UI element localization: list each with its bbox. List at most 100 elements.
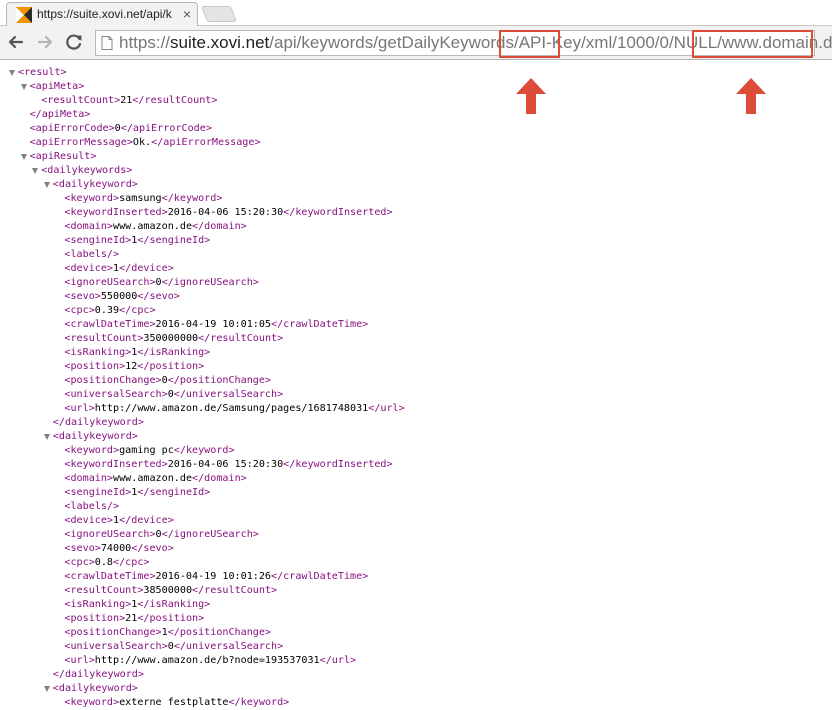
tab-close-icon[interactable]: × [183, 6, 191, 22]
xml-text-value: gaming pc [119, 445, 174, 456]
xml-close-tag: </ignoreUSearch> [161, 529, 259, 540]
xml-line: <labels/> [0, 500, 832, 514]
new-tab-button[interactable] [201, 6, 237, 22]
xml-open-tag: <resultCount> [64, 333, 144, 344]
xml-close-tag: </resultCount> [198, 333, 284, 344]
xml-close-tag: </keywordInserted> [283, 459, 393, 470]
xml-text-value: http://www.amazon.de/b?node=193537031 [94, 655, 320, 666]
xml-text-value: 38500000 [143, 585, 193, 596]
xml-close-tag: </apiErrorMessage> [151, 137, 261, 148]
xml-line: <url>http://www.amazon.de/Samsung/pages/… [0, 402, 832, 416]
xml-text-value: Ok. [132, 137, 152, 148]
xml-close-tag: </resultCount> [192, 585, 278, 596]
xml-open-tag: <keywordInserted> [64, 207, 168, 218]
xml-line: <resultCount>350000000</resultCount> [0, 332, 832, 346]
xml-open-tag: <domain> [64, 221, 114, 232]
xml-close-tag: </keyword> [173, 445, 235, 456]
xml-close-tag: </device> [119, 263, 174, 274]
xml-open-tag: <sengineId> [64, 487, 132, 498]
xml-line: <device>1</device> [0, 514, 832, 528]
arrow-right-icon[interactable] [34, 31, 56, 53]
tab-strip: https://suite.xovi.net/api/k × [0, 0, 832, 26]
xml-open-tag: <sengineId> [64, 235, 132, 246]
xml-open-tag: </dailykeyword> [52, 417, 144, 428]
collapse-triangle-icon[interactable] [43, 686, 50, 692]
xml-open-tag: <keywordInserted> [64, 459, 168, 470]
xml-line: <sevo>550000</sevo> [0, 290, 832, 304]
api-key-highlight-box [499, 30, 560, 58]
xml-text-value: 2016-04-19 10:01:26 [155, 571, 272, 582]
xml-text-value: 2016-04-06 15:20:30 [167, 207, 284, 218]
xml-line: <dailykeywords> [0, 164, 832, 178]
xml-text-value: 0.39 [94, 305, 120, 316]
xml-open-tag: <device> [64, 515, 114, 526]
xml-open-tag: <keyword> [64, 445, 120, 456]
xml-text-value: 0.8 [94, 557, 114, 568]
xml-open-tag: <crawlDateTime> [64, 571, 156, 582]
xml-open-tag: <labels/> [64, 249, 120, 260]
collapse-triangle-icon[interactable] [43, 434, 50, 440]
xml-text-value: 350000000 [143, 333, 199, 344]
xml-text-value: http://www.amazon.de/Samsung/pages/16817… [94, 403, 369, 414]
xml-open-tag: <isRanking> [64, 599, 132, 610]
xml-close-tag: </keyword> [161, 193, 223, 204]
xml-line: <sengineId>1</sengineId> [0, 486, 832, 500]
xml-line: <position>12</position> [0, 360, 832, 374]
collapse-triangle-icon[interactable] [20, 84, 27, 90]
url-path: /api/keywords/getDailyKeywords/ [269, 33, 519, 52]
xml-line: <labels/> [0, 248, 832, 262]
xml-line: </dailykeyword> [0, 668, 832, 682]
xml-line: <universalSearch>0</universalSearch> [0, 640, 832, 654]
xml-open-tag: <labels/> [64, 501, 120, 512]
collapse-triangle-icon[interactable] [32, 168, 39, 174]
xml-open-tag: <position> [64, 613, 126, 624]
collapse-triangle-icon[interactable] [20, 154, 27, 160]
xml-line: <keyword>gaming pc</keyword> [0, 444, 832, 458]
xml-close-tag: </position> [137, 361, 205, 372]
xml-line: <dailykeyword> [0, 430, 832, 444]
xml-open-tag: <url> [64, 403, 95, 414]
xml-open-tag: <apiResult> [29, 151, 97, 162]
xml-close-tag: </sengineId> [137, 487, 211, 498]
xml-open-tag: </apiMeta> [29, 109, 91, 120]
xml-line: <keywordInserted>2016-04-06 15:20:30</ke… [0, 206, 832, 220]
xml-line: <universalSearch>0</universalSearch> [0, 388, 832, 402]
xml-open-tag: <positionChange> [64, 627, 162, 638]
xml-open-tag: <position> [64, 361, 126, 372]
collapse-triangle-icon[interactable] [43, 182, 50, 188]
xml-open-tag: <ignoreUSearch> [64, 277, 156, 288]
xml-open-tag: <sevo> [64, 543, 101, 554]
xml-open-tag: <resultCount> [41, 95, 121, 106]
xml-close-tag: </domain> [192, 221, 247, 232]
xml-open-tag: <isRanking> [64, 347, 132, 358]
xml-close-tag: </cpc> [119, 305, 156, 316]
xml-open-tag: <cpc> [64, 557, 95, 568]
xml-open-tag: <apiMeta> [29, 81, 85, 92]
reload-icon[interactable] [63, 31, 85, 53]
xml-close-tag: </cpc> [113, 557, 150, 568]
xml-close-tag: </keyword> [228, 697, 290, 708]
browser-tab[interactable]: https://suite.xovi.net/api/k × [6, 2, 198, 26]
xml-text-value: 2016-04-06 15:20:30 [167, 459, 284, 470]
xml-close-tag: </universalSearch> [173, 641, 284, 652]
xml-line: </apiMeta> [0, 108, 832, 122]
xml-line: <apiErrorCode>0</apiErrorCode> [0, 122, 832, 136]
xml-close-tag: </isRanking> [137, 599, 211, 610]
xml-line: <crawlDateTime>2016-04-19 10:01:26</craw… [0, 570, 832, 584]
xml-line: <isRanking>1</isRanking> [0, 346, 832, 360]
xovi-favicon-icon [16, 7, 32, 23]
xml-line: <keyword>samsung</keyword> [0, 192, 832, 206]
arrow-left-icon[interactable] [5, 31, 27, 53]
xml-line: <domain>www.amazon.de</domain> [0, 472, 832, 486]
xml-line: <ignoreUSearch>0</ignoreUSearch> [0, 276, 832, 290]
xml-close-tag: </universalSearch> [173, 389, 284, 400]
xml-line: <device>1</device> [0, 262, 832, 276]
xml-line: <dailykeyword> [0, 178, 832, 192]
xml-line: <cpc>0.8</cpc> [0, 556, 832, 570]
xml-open-tag: <resultCount> [64, 585, 144, 596]
xml-close-tag: </positionChange> [167, 627, 272, 638]
xml-close-tag: </url> [368, 403, 405, 414]
collapse-triangle-icon[interactable] [9, 70, 15, 76]
xml-open-tag: <device> [64, 263, 114, 274]
xml-text-value: externe festplatte [119, 697, 229, 708]
